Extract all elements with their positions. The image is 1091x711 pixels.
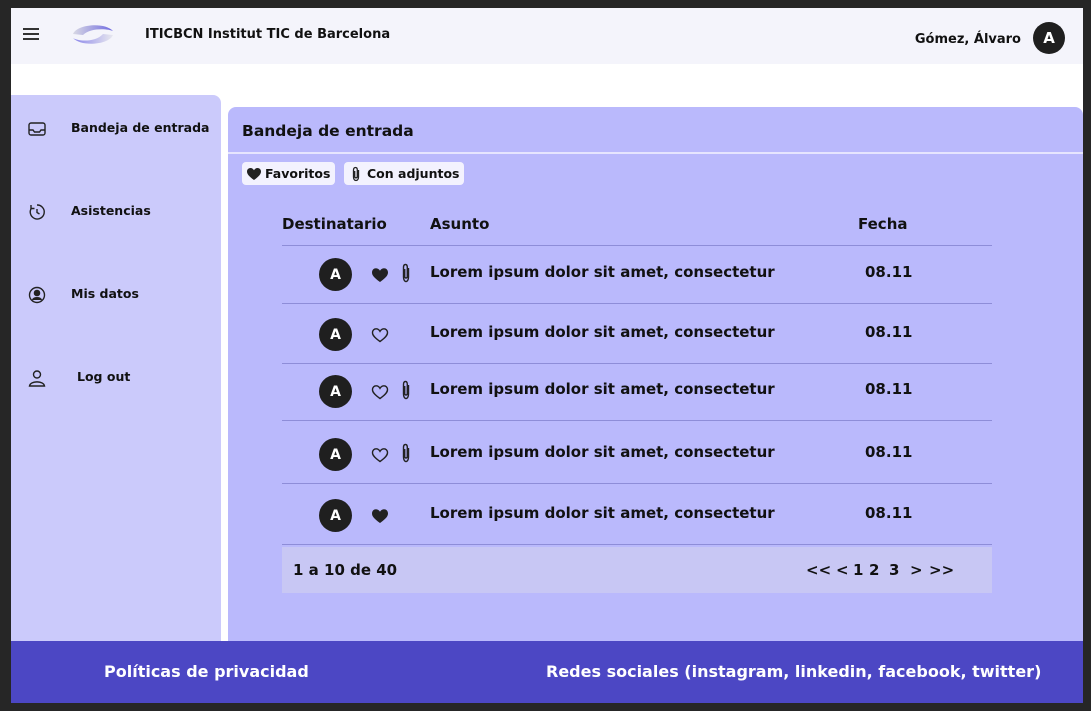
heart-icon xyxy=(247,167,261,180)
page-title: Bandeja de entrada xyxy=(242,122,414,140)
first-page-button[interactable]: << xyxy=(806,561,831,579)
favorite-heart-outline-icon[interactable] xyxy=(371,326,389,343)
message-date: 08.11 xyxy=(865,263,913,281)
filter-label: Con adjuntos xyxy=(367,166,460,181)
sidebar-item-my-data[interactable]: Mis datos xyxy=(11,279,221,309)
table-row[interactable]: A Lorem ipsum dolor sit amet, consectetur… xyxy=(282,487,992,545)
user-circle-icon xyxy=(28,286,46,304)
table-row[interactable]: A Lorem ipsum dolor sit amet, consectetur… xyxy=(282,363,992,421)
institution-name: ITICBCN Institut TIC de Barcelona xyxy=(145,27,391,42)
prev-page-button[interactable]: < xyxy=(836,561,849,579)
user-avatar[interactable]: A xyxy=(1033,22,1065,54)
message-subject: Lorem ipsum dolor sit amet, consectetur xyxy=(430,504,775,522)
filter-favorites-button[interactable]: Favoritos xyxy=(242,162,336,185)
page-3-button[interactable]: 3 xyxy=(889,561,899,579)
page-2-button[interactable]: 2 xyxy=(869,561,879,579)
table-row[interactable]: A Lorem ipsum dolor sit amet, consectetur… xyxy=(282,306,992,364)
inbox-icon xyxy=(28,122,46,136)
user-name: Gómez, Álvaro xyxy=(914,32,1021,47)
footer: Políticas de privacidad Redes sociales (… xyxy=(11,641,1083,703)
row-divider xyxy=(282,483,992,484)
sidebar-item-label: Asistencias xyxy=(71,203,151,218)
sidebar-item-logout[interactable]: Log out xyxy=(11,362,221,392)
title-divider xyxy=(228,152,1083,154)
row-divider xyxy=(282,420,992,421)
column-header-subject[interactable]: Asunto xyxy=(430,215,489,233)
favorite-heart-outline-icon[interactable] xyxy=(371,383,389,400)
favorite-heart-outline-icon[interactable] xyxy=(371,446,389,463)
message-subject: Lorem ipsum dolor sit amet, consectetur xyxy=(430,323,775,341)
next-page-button[interactable]: > xyxy=(910,561,923,579)
paperclip-icon xyxy=(402,263,410,283)
row-divider xyxy=(282,544,992,545)
paperclip-icon xyxy=(402,443,410,463)
recipient-avatar: A xyxy=(319,375,352,408)
last-page-button[interactable]: >> xyxy=(929,561,954,579)
column-header-date[interactable]: Fecha xyxy=(858,215,908,233)
sidebar-item-label: Log out xyxy=(77,369,131,384)
social-networks-link[interactable]: Redes sociales (instagram, linkedin, fac… xyxy=(546,662,1041,681)
sidebar: Bandeja de entrada Asistencias Mis datos xyxy=(11,95,221,655)
sidebar-item-inbox[interactable]: Bandeja de entrada xyxy=(11,113,221,143)
privacy-policy-link[interactable]: Políticas de privacidad xyxy=(104,662,309,681)
institution-logo xyxy=(73,25,113,44)
message-subject: Lorem ipsum dolor sit amet, consectetur xyxy=(430,263,775,281)
pagination-summary: 1 a 10 de 40 xyxy=(293,561,398,579)
inbox-panel: Bandeja de entrada Favoritos Con adjunto… xyxy=(228,107,1083,655)
sidebar-item-attendance[interactable]: Asistencias xyxy=(11,196,221,226)
sidebar-item-label: Mis datos xyxy=(71,286,139,301)
message-date: 08.11 xyxy=(865,380,913,398)
recipient-avatar: A xyxy=(319,318,352,351)
message-subject: Lorem ipsum dolor sit amet, consectetur xyxy=(430,443,775,461)
paperclip-icon xyxy=(402,380,410,400)
table-row[interactable]: A Lorem ipsum dolor sit amet, consectetur… xyxy=(282,246,992,304)
filter-label: Favoritos xyxy=(265,166,331,181)
column-header-recipient[interactable]: Destinatario xyxy=(282,215,387,233)
clock-icon xyxy=(29,204,45,220)
favorite-heart-filled-icon[interactable] xyxy=(371,507,389,524)
favorite-heart-filled-icon[interactable] xyxy=(371,266,389,283)
top-header: ITICBCN Institut TIC de Barcelona Gómez,… xyxy=(11,8,1083,64)
sidebar-item-label: Bandeja de entrada xyxy=(71,120,210,135)
paperclip-icon xyxy=(352,166,360,181)
message-date: 08.11 xyxy=(865,504,913,522)
recipient-avatar: A xyxy=(319,499,352,532)
filter-attachments-button[interactable]: Con adjuntos xyxy=(344,162,465,185)
pagination-bar: 1 a 10 de 40 << < 1 2 3 > >> xyxy=(282,547,992,593)
page-1-button[interactable]: 1 xyxy=(853,561,863,579)
message-date: 08.11 xyxy=(865,443,913,461)
table-row[interactable]: A Lorem ipsum dolor sit amet, consectetur… xyxy=(282,426,992,484)
app-frame: ITICBCN Institut TIC de Barcelona Gómez,… xyxy=(11,8,1083,703)
message-date: 08.11 xyxy=(865,323,913,341)
hamburger-menu-icon[interactable] xyxy=(23,28,39,40)
message-subject: Lorem ipsum dolor sit amet, consectetur xyxy=(430,380,775,398)
recipient-avatar: A xyxy=(319,438,352,471)
recipient-avatar: A xyxy=(319,258,352,291)
row-divider xyxy=(282,303,992,304)
user-icon xyxy=(28,370,46,387)
